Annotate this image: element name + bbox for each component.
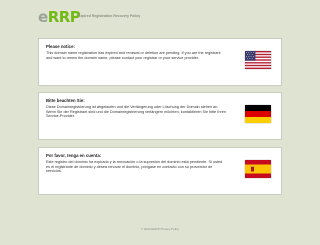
es-flag-icon: [245, 160, 271, 178]
us-flag-icon: [245, 51, 271, 69]
notice-card-english: Please notice: This domain name registra…: [38, 38, 282, 86]
notice-card-spanish: Por favor, tenga en cuenta: Este registr…: [38, 147, 282, 195]
header: eRRP Expired Registration Recovery Polic…: [38, 8, 288, 28]
notice-text: Por favor, tenga en cuenta: Este registr…: [46, 153, 226, 174]
errp-logo[interactable]: eRRP: [38, 8, 81, 26]
footer: © 2024 ERRP Privacy Policy: [140, 227, 180, 231]
notice-title: Por favor, tenga en cuenta:: [46, 153, 102, 158]
de-flag-icon: [245, 105, 271, 123]
notice-text: Please notice: This domain name registra…: [46, 44, 226, 60]
notice-text: Bitte beachten Sie: Diese Domainregistri…: [46, 98, 226, 119]
logo-e: e: [38, 8, 48, 26]
logo-rrp: RRP: [47, 8, 81, 26]
notice-body: Diese Domainregistrierung ist abgelaufen…: [46, 104, 226, 119]
notice-card-german: Bitte beachten Sie: Diese Domainregistri…: [38, 92, 282, 140]
notice-body: This domain name registration has expire…: [46, 50, 221, 60]
notice-body: Este registro del dominio ha expirado y …: [46, 159, 223, 174]
tagline: Expired Registration Recovery Policy: [78, 14, 141, 18]
notice-title: Please notice:: [46, 44, 75, 49]
notice-title: Bitte beachten Sie:: [46, 98, 85, 103]
